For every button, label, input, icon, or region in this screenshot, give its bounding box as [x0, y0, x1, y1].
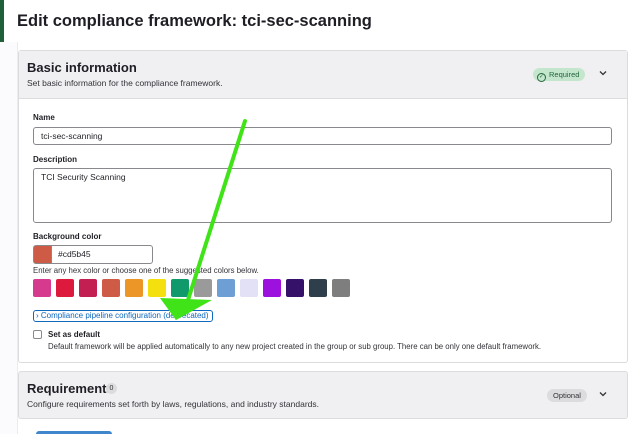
nav-accent [0, 0, 4, 42]
color-swatch[interactable] [148, 279, 166, 297]
color-swatch[interactable] [33, 279, 51, 297]
background-color-label: Background color [33, 232, 102, 241]
section-subtitle: Configure requirements set forth by laws… [27, 399, 319, 409]
color-swatch[interactable] [286, 279, 304, 297]
basic-information-section: Basic information Set basic information … [18, 50, 628, 363]
left-sidebar [0, 42, 18, 434]
background-color-input[interactable]: #cd5b45 [51, 245, 153, 264]
color-preview-swatch[interactable] [33, 245, 51, 264]
page-title: Edit compliance framework: tci-sec-scann… [17, 12, 372, 30]
color-swatch[interactable] [79, 279, 97, 297]
name-input[interactable]: tci-sec-scanning [33, 127, 612, 145]
pipeline-config-toggle[interactable]: › Compliance pipeline configuration (dep… [33, 310, 213, 322]
color-hint: Enter any hex color or choose one of the… [33, 266, 259, 275]
set-as-default-checkbox[interactable] [33, 330, 42, 339]
suggested-colors [33, 279, 350, 297]
color-swatch[interactable] [240, 279, 258, 297]
chevron-down-icon[interactable] [596, 68, 610, 82]
chevron-down-icon[interactable] [596, 389, 610, 403]
color-swatch[interactable] [102, 279, 120, 297]
color-swatch[interactable] [332, 279, 350, 297]
requirements-section[interactable]: Requirements 0 Configure requirements se… [18, 371, 628, 419]
color-swatch[interactable] [263, 279, 281, 297]
color-swatch[interactable] [56, 279, 74, 297]
basic-information-header[interactable]: Basic information Set basic information … [19, 51, 627, 99]
optional-badge: Optional [547, 389, 587, 402]
check-circle-icon: ✓ [537, 73, 546, 82]
set-as-default-help: Default framework will be applied automa… [48, 342, 542, 351]
section-title: Basic information [27, 60, 137, 75]
color-swatch[interactable] [309, 279, 327, 297]
required-badge: ✓ Required [533, 68, 586, 82]
set-as-default-label[interactable]: Set as default [48, 330, 100, 339]
color-swatch[interactable] [217, 279, 235, 297]
color-swatch[interactable] [194, 279, 212, 297]
section-title: Requirements [27, 381, 114, 396]
pipeline-config-label: Compliance pipeline configuration (depre… [40, 311, 209, 320]
description-label: Description [33, 155, 78, 164]
color-swatch[interactable] [125, 279, 143, 297]
name-label: Name [33, 113, 55, 122]
color-swatch[interactable] [171, 279, 189, 297]
required-badge-label: Required [549, 70, 580, 79]
requirements-count-badge: 0 [106, 383, 117, 394]
section-subtitle: Set basic information for the compliance… [27, 78, 223, 88]
description-textarea[interactable]: TCI Security Scanning [33, 168, 612, 223]
